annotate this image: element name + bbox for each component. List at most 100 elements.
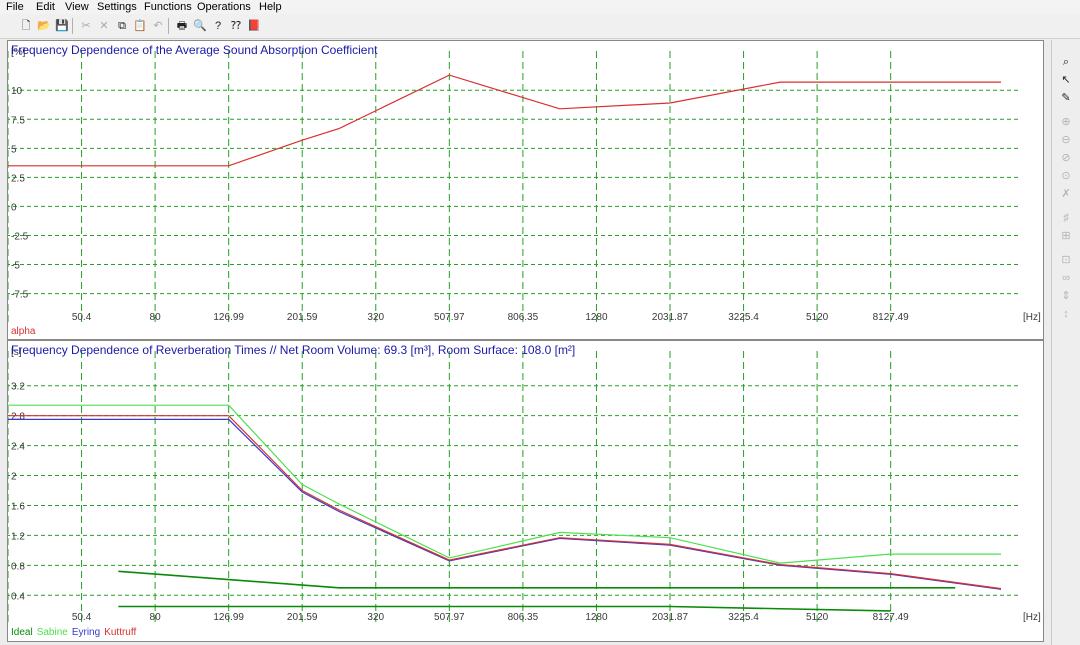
loop-icon[interactable]: ∞: [1058, 270, 1074, 286]
y-tick-label: 0.8: [11, 561, 25, 572]
y-tick-label: 10: [11, 86, 23, 97]
absorption-chart-legend: alpha: [11, 326, 39, 337]
context-help-icon[interactable]: ⁇: [228, 18, 244, 34]
x-tick-label: 126.99: [213, 312, 244, 323]
paste-icon[interactable]: 📋: [132, 18, 148, 34]
menu-settings[interactable]: Settings: [97, 1, 137, 13]
x-tick-label: 50.4: [72, 612, 92, 623]
legend-item-eyring: Eyring: [71, 627, 101, 638]
print-preview-icon[interactable]: 🔍: [192, 18, 208, 34]
x-tick-label: 126.99: [213, 612, 244, 623]
pencil-icon[interactable]: ✎: [1058, 90, 1074, 106]
zoom-x-icon[interactable]: ⊘: [1058, 150, 1074, 166]
legend-item-ideal: Ideal: [11, 627, 33, 638]
export-image-icon[interactable]: ⊡: [1058, 252, 1074, 268]
y-tick-label: 2.8: [11, 412, 25, 423]
cut-icon[interactable]: ✂: [78, 18, 94, 34]
absorption-chart-panel: 10 7.5 5 2.5 0 -2.5 -5 -7.5 [%] 50.4 80 126.99 201.5…: [7, 40, 1044, 340]
absorption-chart[interactable]: 107.552.50-2.5-5-7.5[%]50.4 80 126.99 201.5…: [8, 41, 1043, 339]
legend-item-kuttruff: Kuttruff: [104, 627, 137, 638]
series-line-eyring: [8, 418, 1002, 590]
reverberation-chart-legend: Ideal Sabine Eyring Kuttruff: [11, 627, 140, 638]
y-tick-label: 7.5: [11, 115, 25, 126]
menu-help[interactable]: Help: [259, 1, 282, 13]
y-tick-label: 1.2: [11, 531, 25, 542]
vertical-fit-icon[interactable]: ↕: [1058, 306, 1074, 322]
grid: [8, 351, 1021, 626]
zoom-out-icon[interactable]: ⊖: [1058, 132, 1074, 148]
new-file-icon[interactable]: 🗋: [18, 18, 34, 34]
x-tick-label: 320: [367, 612, 384, 623]
x-tick-label: 1280: [585, 612, 608, 623]
open-folder-icon[interactable]: 📂: [36, 18, 52, 34]
menu-bar: File Edit View Settings Functions Operat…: [0, 0, 1080, 14]
menu-file[interactable]: File: [6, 1, 24, 13]
y-tick-label: 1.6: [11, 501, 25, 512]
legend-item-alpha: alpha: [11, 326, 36, 337]
x-tick-label: 2031.87: [652, 612, 689, 623]
grid-icon[interactable]: ♯: [1058, 210, 1074, 226]
series-line-sabine: [8, 404, 1001, 564]
x-tick-label: 1280: [585, 312, 608, 323]
x-tick-label: 50.4: [72, 312, 92, 323]
menu-view[interactable]: View: [65, 1, 89, 13]
vertical-scale-icon[interactable]: ⇕: [1058, 288, 1074, 304]
x-tick-label: 3225.4: [728, 312, 759, 323]
menu-operations[interactable]: Operations: [197, 1, 251, 13]
y-tick-label: -7.5: [11, 290, 29, 301]
x-tick-label: 5120: [806, 612, 829, 623]
y-tick-label: 0: [11, 202, 17, 213]
menu-edit[interactable]: Edit: [36, 1, 55, 13]
zoom-in-icon[interactable]: ⊕: [1058, 114, 1074, 130]
y-tick-label: 2.4: [11, 442, 25, 453]
x-tick-label: 507.97: [434, 312, 465, 323]
help-icon[interactable]: ?: [210, 18, 226, 34]
reverberation-chart-panel: 3.2 2.8 2.4 2 1.6 1.2 0.8 0.4 [s] 50.4 80 126.99 201…: [7, 340, 1044, 642]
x-tick-label: 320: [367, 312, 384, 323]
y-tick-label: 2: [11, 472, 17, 483]
x-unit-label: [Hz]: [1023, 312, 1041, 323]
right-toolbar: ⌕ ↖ ✎ ⊕ ⊖ ⊘ ⊙ ✗ ♯ ⊞ ⊡ ∞ ⇕ ↕: [1051, 40, 1080, 645]
pointer-icon[interactable]: ↖: [1058, 72, 1074, 88]
x-tick-label: 80: [150, 312, 162, 323]
series-line-kuttruff: [8, 415, 1002, 590]
crosshair-off-icon[interactable]: ✗: [1058, 186, 1074, 202]
absorption-chart-title: Frequency Dependence of the Average Soun…: [11, 43, 378, 57]
reverberation-chart[interactable]: 3.22.82.421.61.20.80.4[s]50.4 80 126.99 201…: [8, 341, 1043, 641]
x-tick-label: 3225.4: [728, 612, 759, 623]
reverberation-chart-title: Frequency Dependence of Reverberation Ti…: [11, 343, 576, 357]
x-tick-label: 5120: [806, 312, 829, 323]
save-icon[interactable]: 💾: [54, 18, 70, 34]
book-icon[interactable]: 📕: [246, 18, 262, 34]
toolbar-separator: [168, 18, 169, 34]
delete-icon[interactable]: ✕: [96, 18, 112, 34]
series-line-ideal: [118, 570, 956, 589]
grid: [8, 51, 1021, 326]
x-tick-label: 8127.49: [873, 312, 910, 323]
x-tick-label: 806.35: [508, 312, 539, 323]
copy-icon[interactable]: ⧉: [114, 18, 130, 34]
y-tick-label: 5: [11, 144, 17, 155]
print-icon[interactable]: 🖶: [174, 18, 190, 34]
x-unit-label: [Hz]: [1023, 612, 1041, 623]
toolbar: 🗋 📂 💾 ✂ ✕ ⧉ 📋 ↶ 🖶 🔍? ⁇ 📕: [0, 14, 1080, 39]
x-tick-label: 201.59: [287, 312, 318, 323]
grid-scale-icon[interactable]: ⊞: [1058, 228, 1074, 244]
x-tick-label: 2031.87: [652, 312, 689, 323]
x-tick-label: 201.59: [287, 612, 318, 623]
undo-icon[interactable]: ↶: [150, 18, 166, 34]
zoom-fit-icon[interactable]: ⊙: [1058, 168, 1074, 184]
y-tick-label: 2.5: [11, 173, 25, 184]
y-tick-label: 0.4: [11, 591, 25, 602]
series-line-alpha: [8, 74, 1001, 167]
magnify-icon[interactable]: ⌕: [1058, 54, 1074, 70]
y-tick-label: -2.5: [11, 231, 29, 242]
x-tick-label: 80: [150, 612, 162, 623]
series-line-ideal: [118, 605, 891, 612]
y-tick-label: 3.2: [11, 382, 25, 393]
x-tick-label: 806.35: [508, 612, 539, 623]
x-tick-label: 8127.49: [873, 612, 910, 623]
toolbar-separator: [72, 18, 73, 34]
x-tick-label: 507.97: [434, 612, 465, 623]
menu-functions[interactable]: Functions: [144, 1, 192, 13]
